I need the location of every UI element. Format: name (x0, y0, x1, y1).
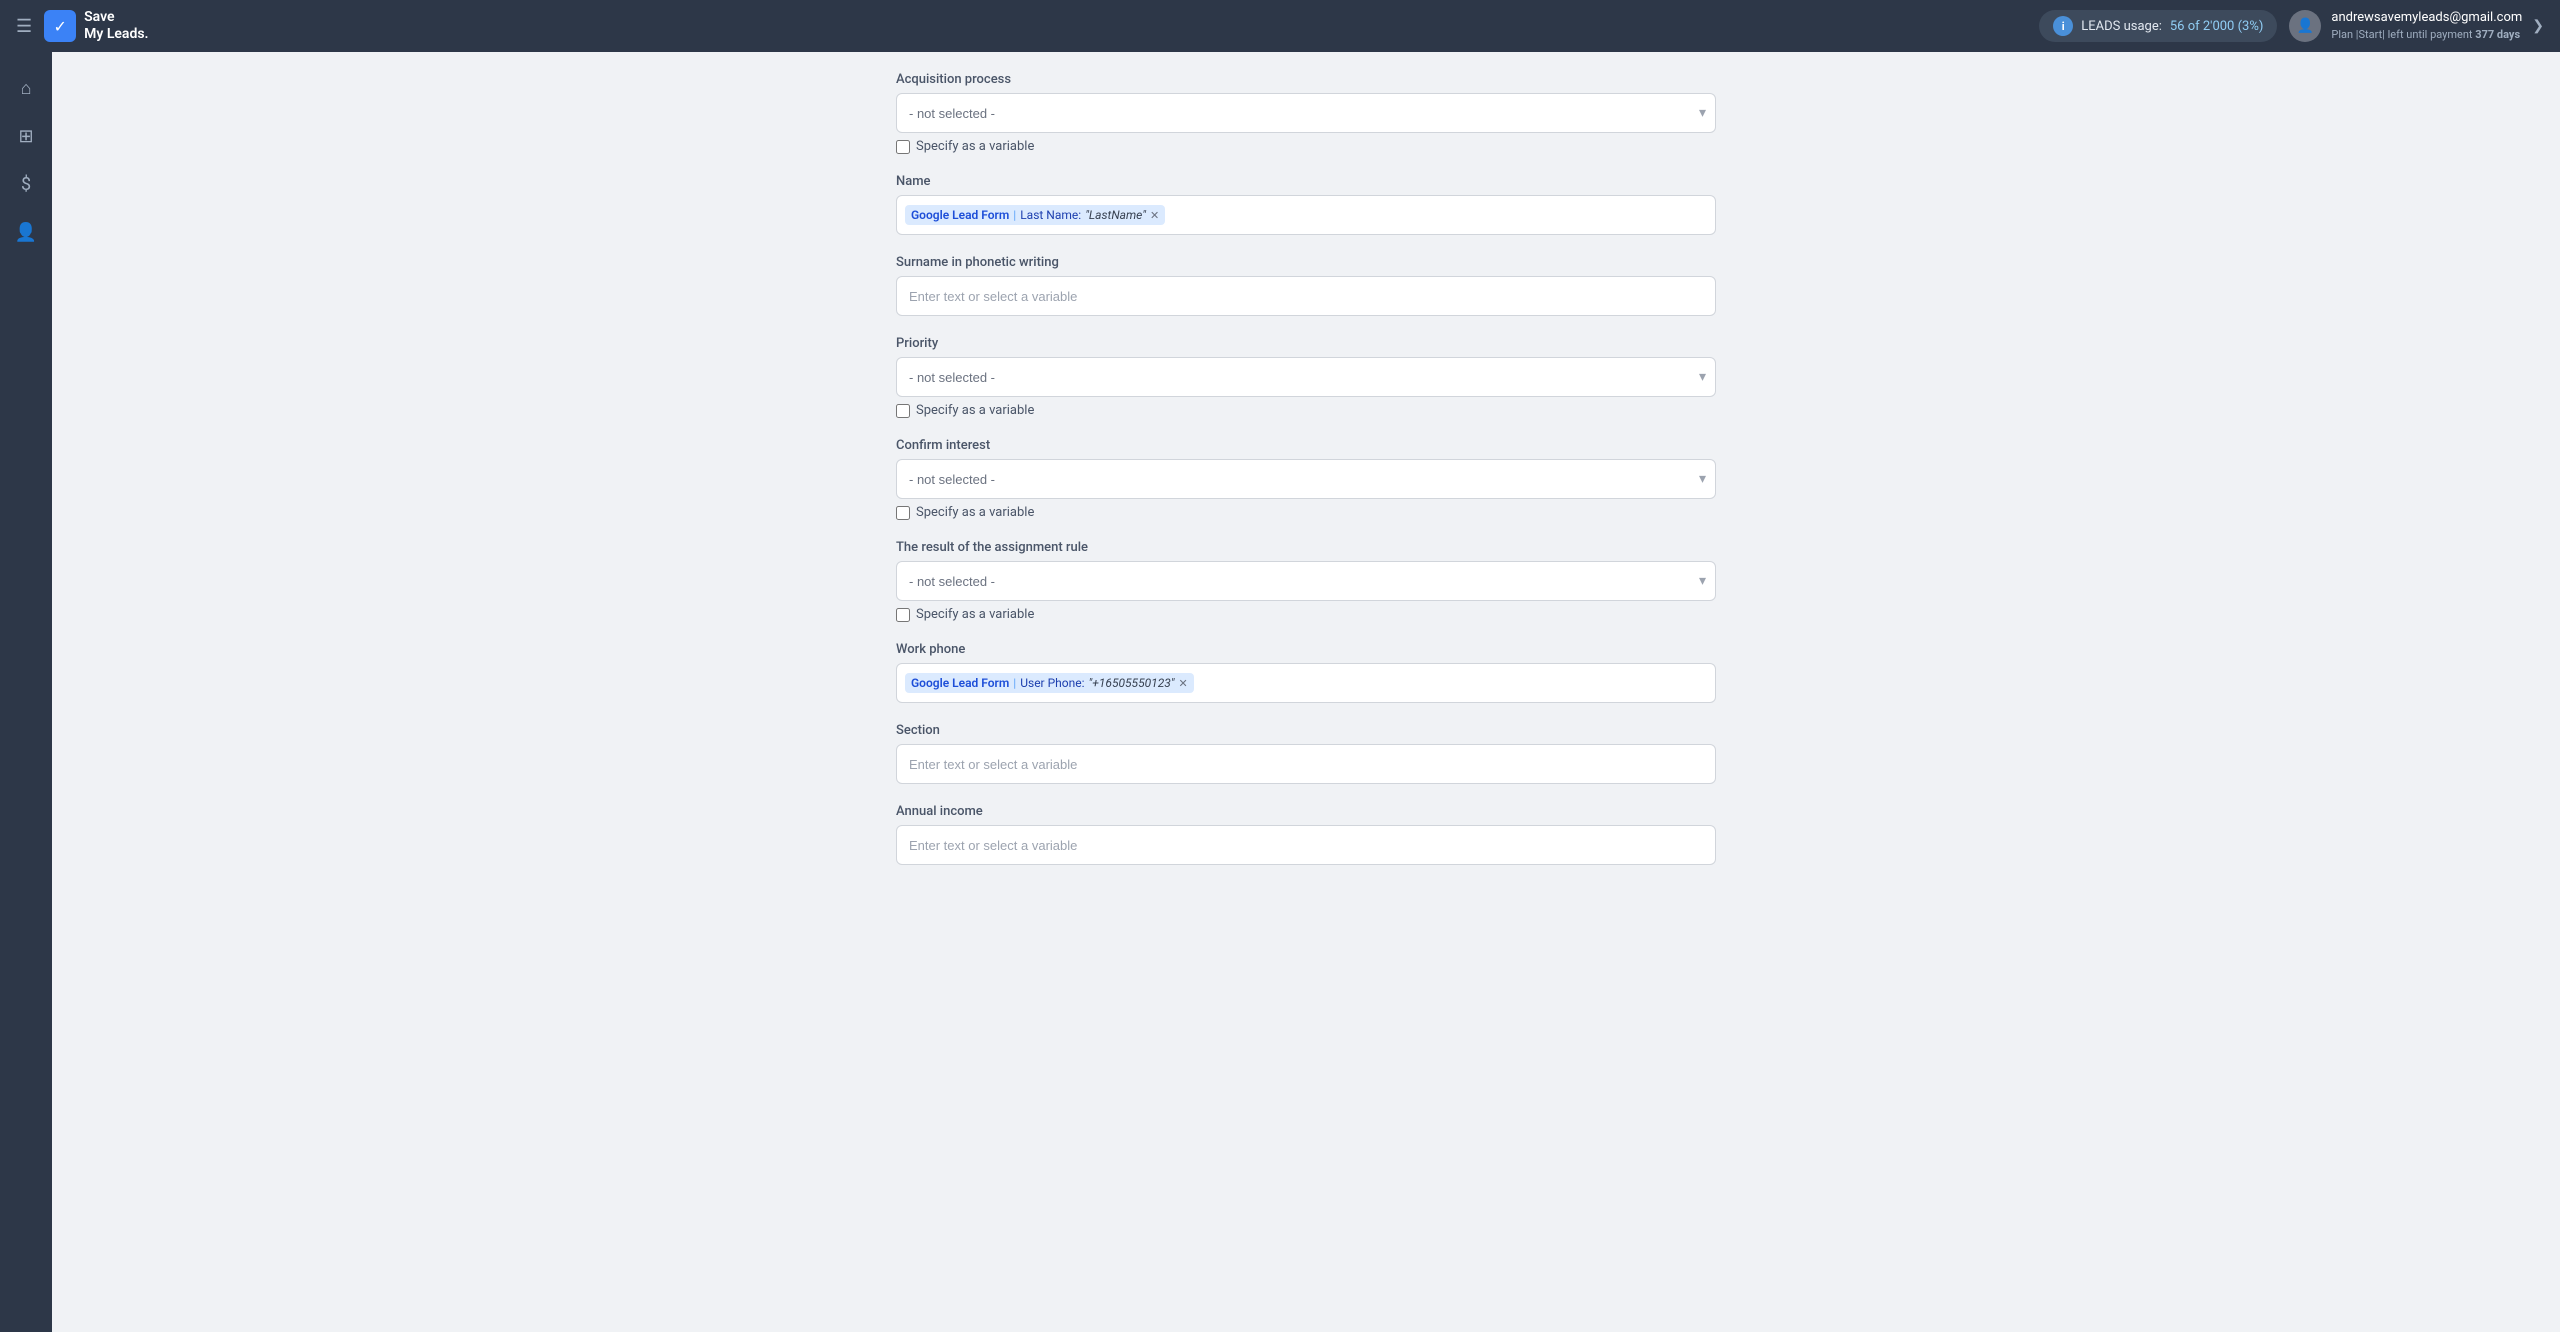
label-acquisition-process: Acquisition process (896, 72, 1716, 87)
logo: ✓ Save My Leads. (44, 9, 148, 43)
label-surname-phonetic: Surname in phonetic writing (896, 255, 1716, 270)
main-container: ⌂ ⊞ $ 👤 Acquisition process - not select… (0, 52, 2560, 1332)
field-acquisition-process: Acquisition process - not selected - ▾ S… (896, 72, 1716, 154)
tag-value-work-phone: "+16505550123" (1089, 676, 1175, 690)
leads-usage-label: LEADS usage: (2081, 19, 2162, 34)
checkbox-label-priority[interactable]: Specify as a variable (896, 403, 1716, 418)
name-tag-input[interactable]: Google Lead Form | Last Name: "LastName"… (896, 195, 1716, 235)
user-email: andrewsavemyleads@gmail.com (2331, 9, 2522, 27)
select-wrapper-acquisition: - not selected - ▾ (896, 93, 1716, 133)
select-confirm-interest[interactable]: - not selected - (896, 459, 1716, 499)
label-section: Section (896, 723, 1716, 738)
select-wrapper-priority: - not selected - ▾ (896, 357, 1716, 397)
tag-source-name: Google Lead Form (911, 208, 1009, 222)
field-annual-income: Annual income (896, 804, 1716, 865)
work-phone-tag-input[interactable]: Google Lead Form | User Phone: "+1650555… (896, 663, 1716, 703)
input-annual-income[interactable] (896, 825, 1716, 865)
sidebar: ⌂ ⊞ $ 👤 (0, 52, 52, 1332)
leads-count: 56 of 2'000 (3%) (2170, 19, 2264, 34)
field-section: Section (896, 723, 1716, 784)
user-avatar: 👤 (2289, 10, 2321, 42)
select-priority[interactable]: - not selected - (896, 357, 1716, 397)
user-section: 👤 andrewsavemyleads@gmail.com Plan |Star… (2289, 9, 2544, 43)
sidebar-item-home[interactable]: ⌂ (6, 68, 46, 108)
form-container: Acquisition process - not selected - ▾ S… (856, 52, 1756, 925)
select-wrapper-assignment-rule: - not selected - ▾ (896, 561, 1716, 601)
tag-field-work-phone: User Phone: (1020, 676, 1084, 690)
tag-close-work-phone[interactable]: ✕ (1179, 678, 1188, 689)
logo-text: Save My Leads. (84, 9, 148, 43)
label-assignment-rule: The result of the assignment rule (896, 540, 1716, 555)
menu-icon[interactable]: ☰ (16, 16, 32, 37)
checkbox-label-assignment-rule[interactable]: Specify as a variable (896, 607, 1716, 622)
header-chevron-icon[interactable]: ❯ (2532, 18, 2544, 34)
field-assignment-rule: The result of the assignment rule - not … (896, 540, 1716, 622)
name-tag: Google Lead Form | Last Name: "LastName"… (905, 205, 1165, 225)
select-wrapper-confirm-interest: - not selected - ▾ (896, 459, 1716, 499)
checkbox-assignment-rule-variable[interactable] (896, 608, 910, 622)
user-plan: Plan |Start| left until payment 377 days (2331, 27, 2522, 42)
checkbox-confirm-interest-variable[interactable] (896, 506, 910, 520)
header: ☰ ✓ Save My Leads. i LEADS usage: 56 of … (0, 0, 2560, 52)
label-annual-income: Annual income (896, 804, 1716, 819)
label-work-phone: Work phone (896, 642, 1716, 657)
work-phone-tag: Google Lead Form | User Phone: "+1650555… (905, 673, 1194, 693)
checkbox-label-confirm-interest[interactable]: Specify as a variable (896, 505, 1716, 520)
input-surname-phonetic[interactable] (896, 276, 1716, 316)
checkbox-acquisition-variable[interactable] (896, 140, 910, 154)
tag-source-work-phone: Google Lead Form (911, 676, 1009, 690)
logo-icon: ✓ (44, 10, 76, 42)
field-priority: Priority - not selected - ▾ Specify as a… (896, 336, 1716, 418)
input-section[interactable] (896, 744, 1716, 784)
sidebar-item-grid[interactable]: ⊞ (6, 116, 46, 156)
sidebar-item-billing[interactable]: $ (6, 164, 46, 204)
info-icon: i (2053, 16, 2073, 36)
user-info: andrewsavemyleads@gmail.com Plan |Start|… (2331, 9, 2522, 43)
select-acquisition-process[interactable]: - not selected - (896, 93, 1716, 133)
label-priority: Priority (896, 336, 1716, 351)
tag-value-name: "LastName" (1085, 208, 1146, 222)
field-work-phone: Work phone Google Lead Form | User Phone… (896, 642, 1716, 703)
sidebar-item-account[interactable]: 👤 (6, 212, 46, 252)
tag-field-name: Last Name: (1020, 208, 1081, 222)
label-name: Name (896, 174, 1716, 189)
field-name: Name Google Lead Form | Last Name: "Last… (896, 174, 1716, 235)
tag-close-name[interactable]: ✕ (1150, 210, 1159, 221)
checkbox-priority-variable[interactable] (896, 404, 910, 418)
field-confirm-interest: Confirm interest - not selected - ▾ Spec… (896, 438, 1716, 520)
content-area: Acquisition process - not selected - ▾ S… (52, 52, 2560, 1332)
label-confirm-interest: Confirm interest (896, 438, 1716, 453)
checkbox-label-acquisition[interactable]: Specify as a variable (896, 139, 1716, 154)
field-surname-phonetic: Surname in phonetic writing (896, 255, 1716, 316)
select-assignment-rule[interactable]: - not selected - (896, 561, 1716, 601)
leads-usage: i LEADS usage: 56 of 2'000 (3%) (2039, 10, 2277, 42)
